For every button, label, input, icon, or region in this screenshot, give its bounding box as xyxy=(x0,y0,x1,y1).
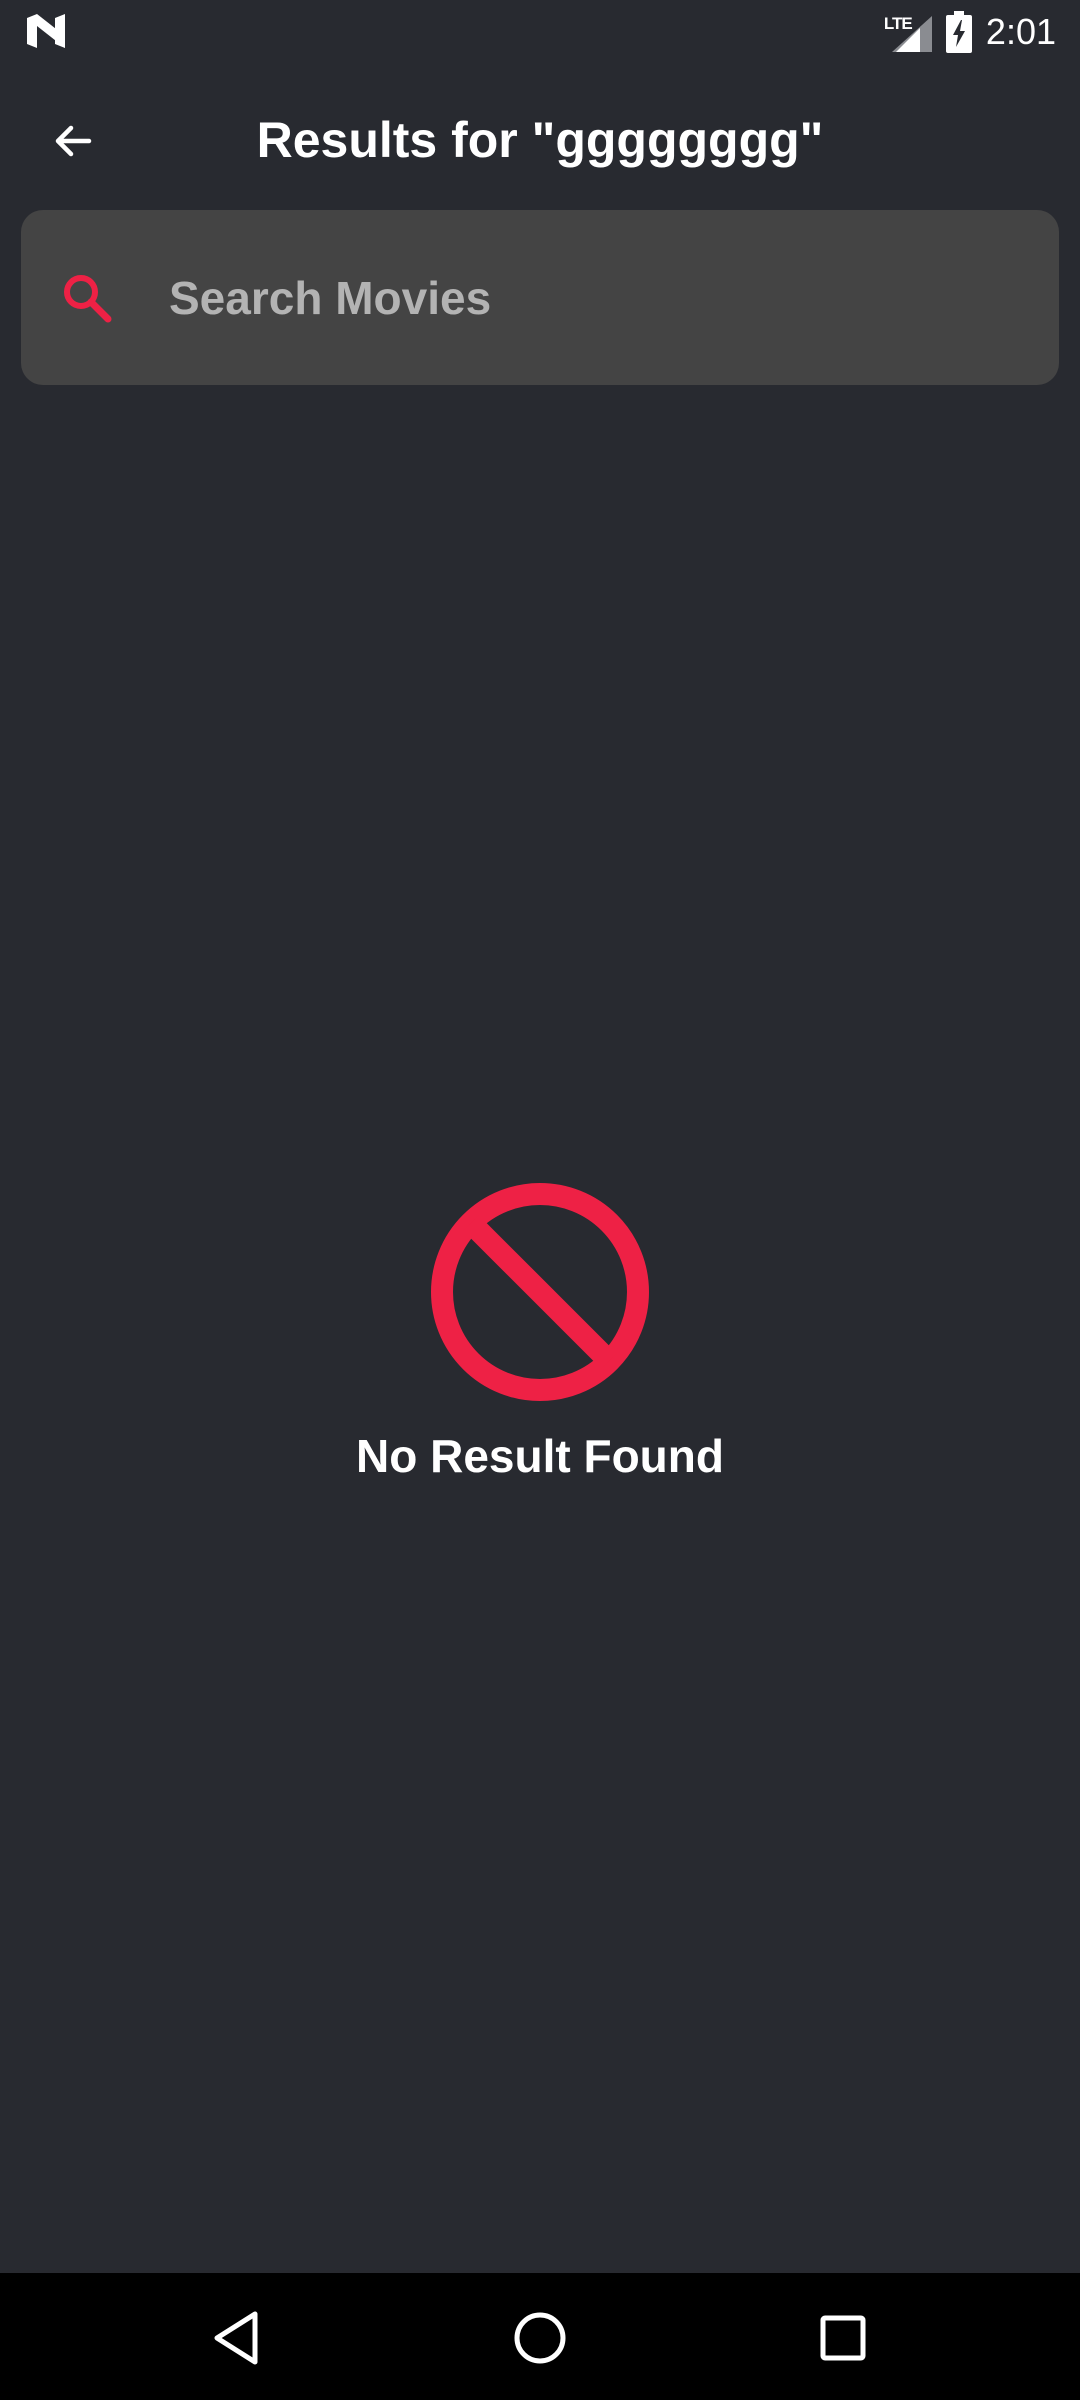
empty-state: No Result Found xyxy=(0,1180,1080,1486)
app-bar: Results for "gggggggg" xyxy=(0,63,1080,210)
square-recents-icon xyxy=(820,2315,866,2361)
search-icon[interactable] xyxy=(59,270,115,326)
status-indicators: LTE 2:01 xyxy=(884,8,1056,56)
search-input[interactable] xyxy=(146,260,1049,335)
circle-home-icon xyxy=(514,2312,566,2364)
system-nav-bar xyxy=(0,2273,1080,2400)
nav-back-button[interactable] xyxy=(196,2298,276,2378)
network-indicator: LTE xyxy=(884,12,932,52)
search-bar[interactable] xyxy=(21,210,1059,385)
nav-home-button[interactable] xyxy=(500,2298,580,2378)
status-clock: 2:01 xyxy=(985,11,1056,52)
no-result-message: No Result Found xyxy=(356,1430,724,1482)
nav-recents-button[interactable] xyxy=(803,2298,883,2378)
cell-signal-icon xyxy=(891,16,932,52)
page-title: Results for "gggggggg" xyxy=(256,112,824,168)
n-logo-icon xyxy=(27,14,65,48)
battery-charging-icon xyxy=(945,11,972,53)
no-entry-icon xyxy=(431,1183,649,1401)
triangle-back-icon xyxy=(214,2311,258,2365)
status-bar: LTE 2:01 xyxy=(0,0,1080,63)
